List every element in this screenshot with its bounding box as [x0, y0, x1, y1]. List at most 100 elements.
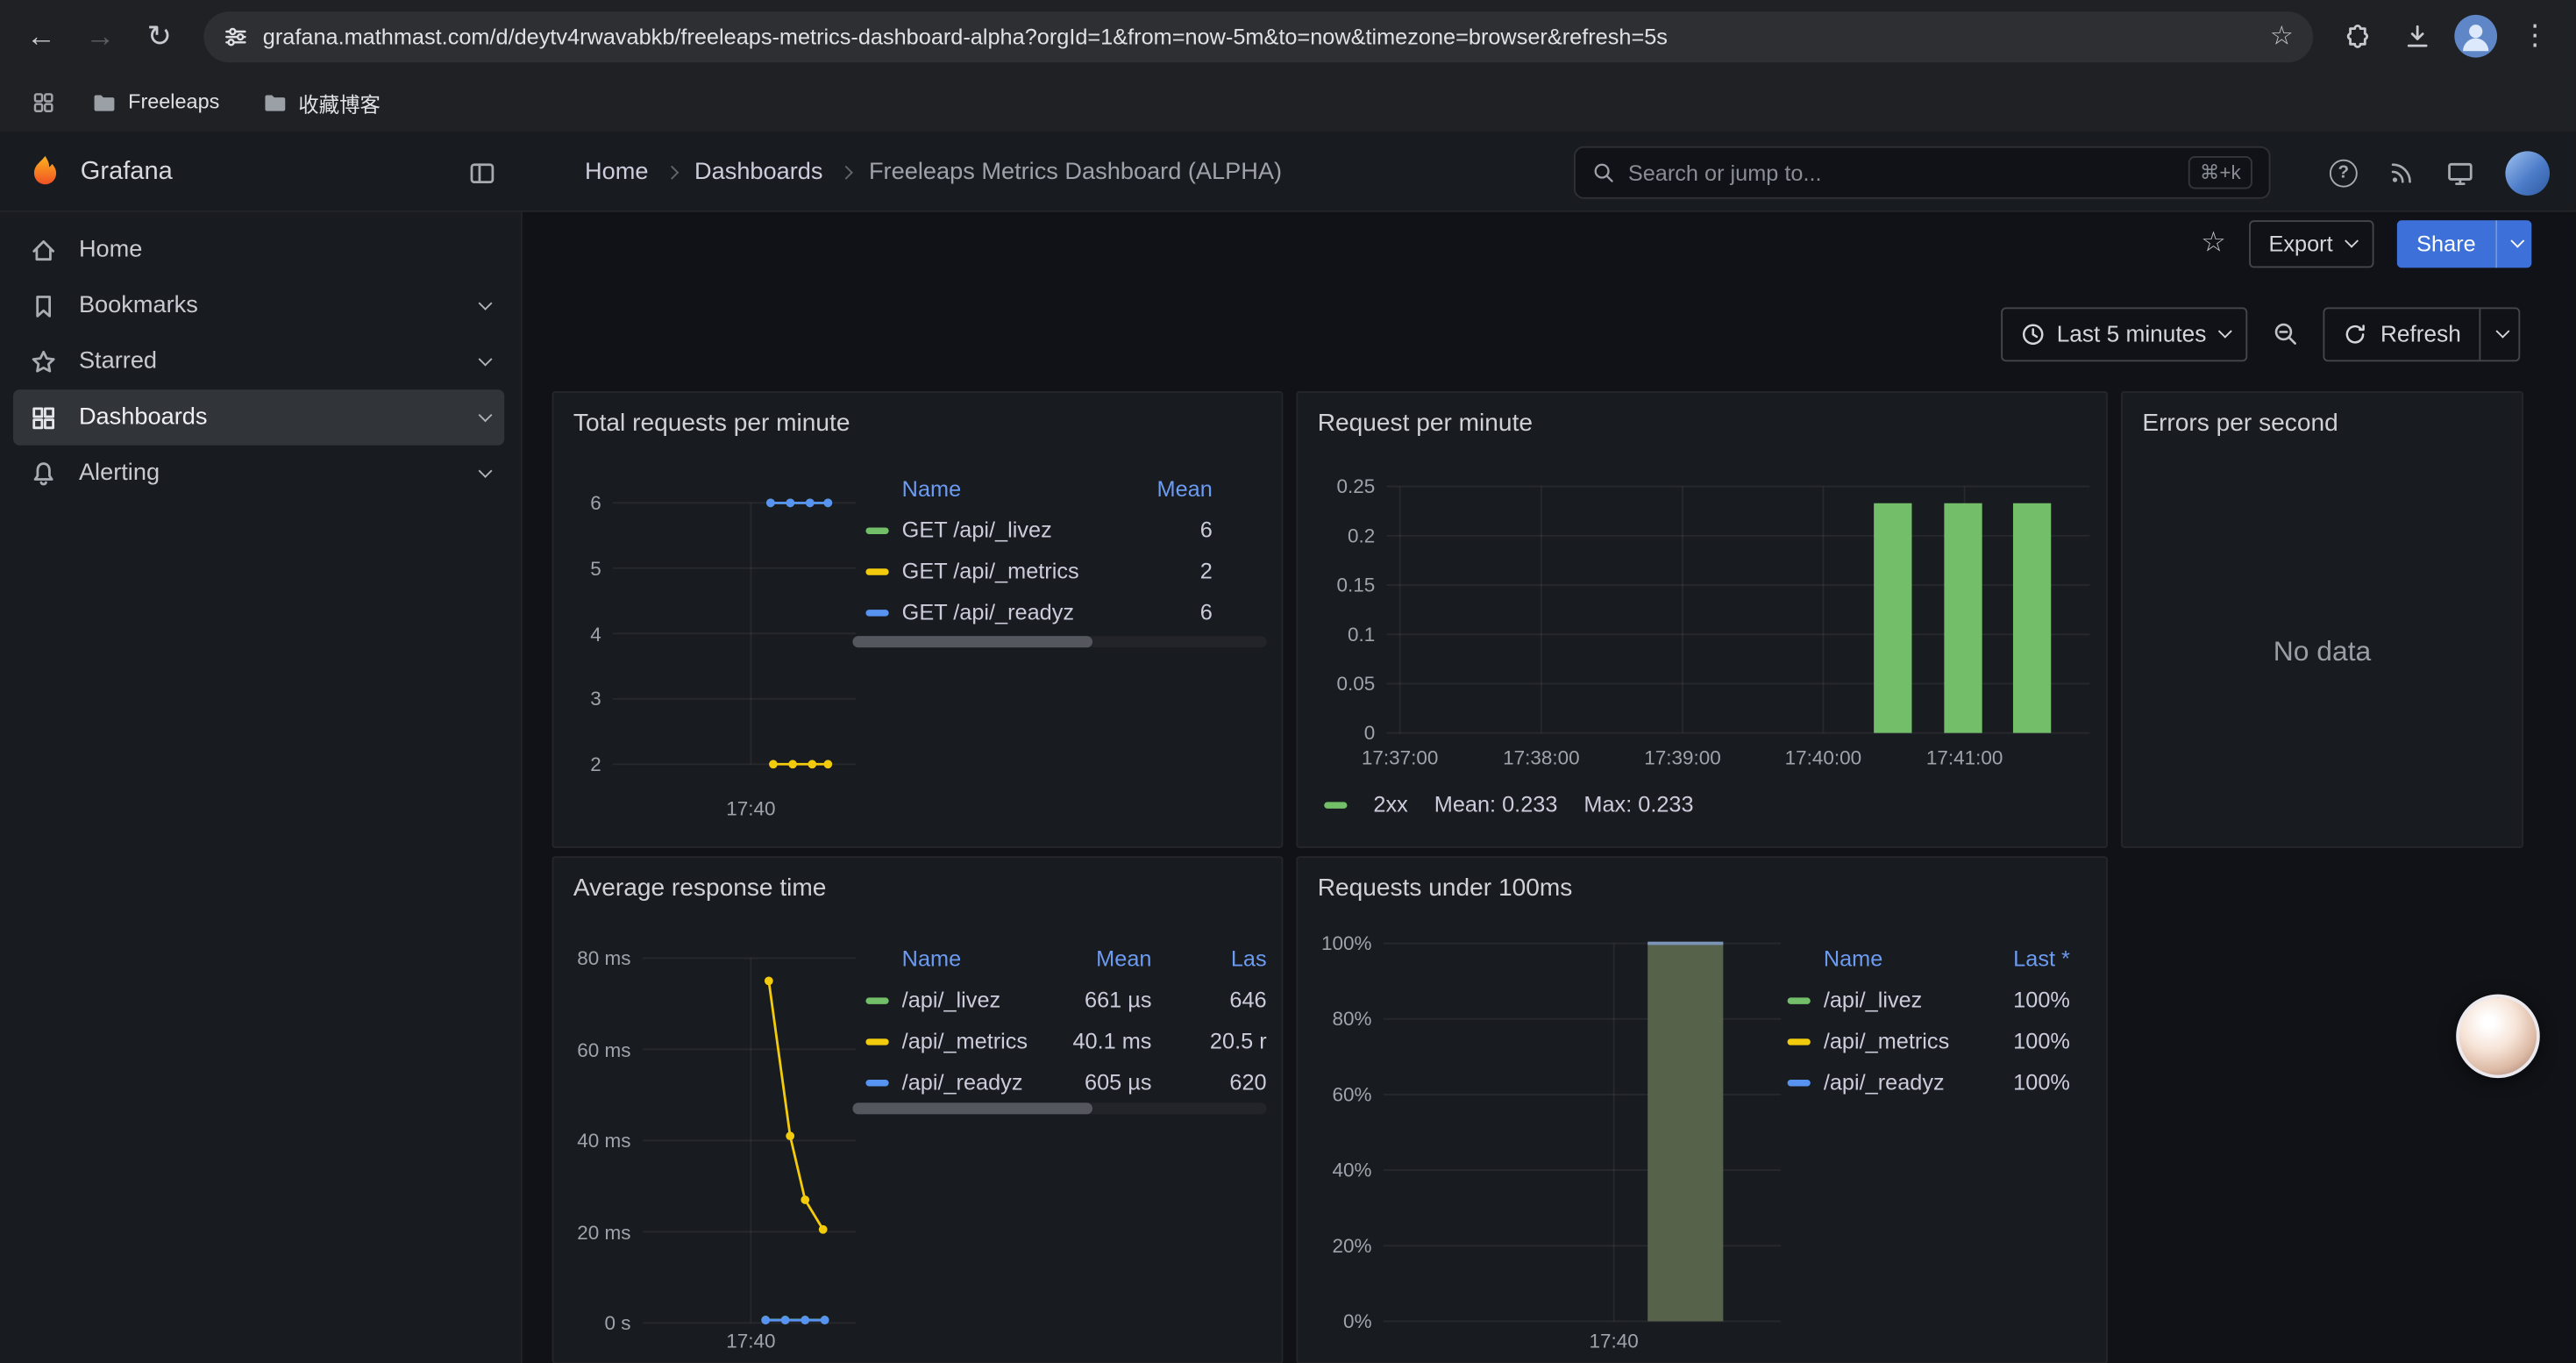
user-avatar[interactable] [2505, 150, 2550, 195]
legend-header-last[interactable]: Las [1164, 946, 1266, 970]
series-name[interactable]: 2xx [1373, 792, 1407, 817]
panel-title[interactable]: Total requests per minute [553, 393, 1281, 444]
series-color-swatch [865, 567, 888, 574]
sidebar-item-bookmarks[interactable]: Bookmarks [13, 278, 504, 334]
y-axis-tick-label: 6 [566, 491, 601, 514]
toggle-menu-icon[interactable] [468, 159, 496, 187]
grafana-brand-label[interactable]: Grafana [81, 158, 173, 188]
y-axis-tick-label: 60 ms [577, 1038, 631, 1060]
plot-area[interactable] [1386, 487, 2089, 733]
requests-under-100ms-chart[interactable]: 100%80%60%40%20%0%17:40 [1320, 944, 1781, 1358]
sidebar-item-alerting[interactable]: Alerting [13, 446, 504, 502]
favorite-star-icon[interactable]: ☆ [2201, 227, 2226, 260]
help-icon[interactable]: ? [2330, 159, 2358, 187]
back-icon[interactable]: ← [13, 8, 69, 64]
series-last-value: 20.5 r [1164, 1029, 1266, 1053]
legend-header-mean[interactable]: Mean [1047, 946, 1152, 970]
series-name[interactable]: GET /api/_readyz [902, 600, 1111, 624]
grafana-logo-icon[interactable] [26, 153, 64, 191]
breadcrumb-home[interactable]: Home [585, 160, 648, 186]
share-menu-button[interactable] [2495, 219, 2531, 267]
bookmark-folder-freeleaps[interactable]: Freeleaps [79, 83, 232, 121]
grafana-header: Grafana Home Dashboards Freeleaps Metric… [0, 133, 2576, 212]
average-response-time-chart[interactable]: 80 ms60 ms40 ms20 ms0 s17:40 [577, 958, 857, 1359]
downloads-icon[interactable] [2388, 8, 2444, 64]
sidebar-item-home[interactable]: Home [13, 222, 504, 278]
series-name[interactable]: /api/_livez [902, 988, 1047, 1012]
y-axis-tick-label: 0.15 [1331, 574, 1376, 596]
series-last-value: 646 [1164, 988, 1266, 1012]
series-color-swatch [1324, 801, 1347, 807]
series-name[interactable]: /api/_readyz [902, 1070, 1047, 1095]
legend-scrollbar[interactable] [852, 636, 1266, 647]
series-name[interactable]: /api/_metrics [1824, 1029, 1978, 1053]
legend-header-name[interactable]: Name [865, 946, 1046, 970]
search-icon [1592, 161, 1615, 184]
refresh-interval-button[interactable] [2479, 308, 2518, 359]
series-color-swatch [865, 609, 888, 615]
share-label[interactable]: Share [2397, 219, 2495, 267]
search-input[interactable] [1628, 161, 2175, 185]
legend-header-mean[interactable]: Mean [1111, 475, 1213, 500]
site-settings-icon[interactable] [224, 24, 248, 48]
zoom-out-icon[interactable] [2257, 306, 2313, 360]
export-button[interactable]: Export [2249, 219, 2373, 267]
url-input[interactable] [263, 24, 2255, 48]
legend-inline: 2xx Mean: 0.233 Max: 0.233 [1324, 792, 1693, 817]
panel-title[interactable]: Average response time [553, 858, 1281, 909]
legend-header-name[interactable]: Name [1788, 946, 1978, 970]
request-per-minute-chart[interactable]: 0.250.20.150.10.05017:37:0017:38:0017:39… [1331, 487, 2090, 769]
legend-header-row: Name Mean Las [852, 937, 1266, 980]
panel-title[interactable]: Request per minute [1298, 393, 2106, 444]
legend-row: GET /api/_metrics 2 [852, 551, 1266, 592]
total-requests-chart[interactable]: 6543217:40 [566, 503, 856, 796]
bookmark-star-icon[interactable]: ☆ [2270, 19, 2294, 52]
series-name[interactable]: GET /api/_metrics [902, 559, 1111, 583]
plot-area[interactable] [643, 958, 857, 1323]
chevron-down-icon[interactable] [479, 353, 493, 367]
series-name[interactable]: /api/_readyz [1824, 1070, 1978, 1095]
series-name[interactable]: GET /api/_livez [902, 517, 1111, 542]
refresh-button[interactable]: Refresh [2323, 306, 2520, 360]
chevron-down-icon[interactable] [479, 408, 493, 422]
apps-grid-icon[interactable] [23, 82, 62, 122]
bookmark-folder-blogs[interactable]: 收藏博客 [249, 80, 394, 125]
panel-title[interactable]: Requests under 100ms [1298, 858, 2106, 909]
breadcrumb-dashboards[interactable]: Dashboards [694, 160, 823, 186]
plot-area[interactable] [1384, 944, 1781, 1322]
legend-scrollbar-thumb[interactable] [852, 636, 1092, 647]
plot-area[interactable] [613, 503, 856, 764]
sidebar-item-label: Home [79, 237, 142, 263]
legend-header-name[interactable]: Name [865, 475, 1110, 500]
legend-scrollbar-thumb[interactable] [852, 1103, 1092, 1114]
extensions-icon[interactable] [2330, 8, 2386, 64]
series-name[interactable]: /api/_livez [1824, 988, 1978, 1012]
floating-assistant-avatar[interactable] [2456, 995, 2540, 1079]
panel-requests-under-100ms: Requests under 100ms 100%80%60%40%20%0%1… [1296, 856, 2108, 1363]
sidebar-item-dashboards[interactable]: Dashboards [13, 389, 504, 446]
bar [1944, 503, 1982, 733]
url-bar[interactable]: ☆ [203, 11, 2313, 61]
sidebar-item-starred[interactable]: Starred [13, 333, 504, 389]
profile-avatar-icon[interactable] [2448, 8, 2504, 64]
news-rss-icon[interactable] [2388, 160, 2415, 186]
monitor-icon[interactable] [2446, 159, 2474, 187]
x-axis-tick-label: 17:37:00 [1362, 746, 1439, 769]
y-axis-tick-label: 80% [1320, 1008, 1371, 1031]
legend-header-last[interactable]: Last * [1978, 946, 2070, 970]
forward-icon[interactable]: → [72, 8, 128, 64]
share-button[interactable]: Share [2397, 219, 2532, 267]
breadcrumb-separator-icon [665, 166, 679, 180]
search-box[interactable]: ⌘+k [1574, 146, 2270, 199]
chevron-down-icon[interactable] [479, 296, 493, 310]
refresh-main-button[interactable]: Refresh [2324, 308, 2479, 359]
chevron-down-icon[interactable] [479, 464, 493, 478]
panel-title[interactable]: Errors per second [2123, 393, 2522, 444]
browser-menu-icon[interactable]: ⋮ [2507, 8, 2563, 64]
time-range-picker[interactable]: Last 5 minutes [2001, 306, 2247, 360]
series-name[interactable]: /api/_metrics [902, 1029, 1047, 1053]
reload-icon[interactable]: ↻ [132, 8, 188, 64]
folder-icon [262, 89, 287, 114]
x-axis-tick-label: 17:41:00 [1926, 746, 2003, 769]
legend-scrollbar[interactable] [852, 1103, 1266, 1114]
